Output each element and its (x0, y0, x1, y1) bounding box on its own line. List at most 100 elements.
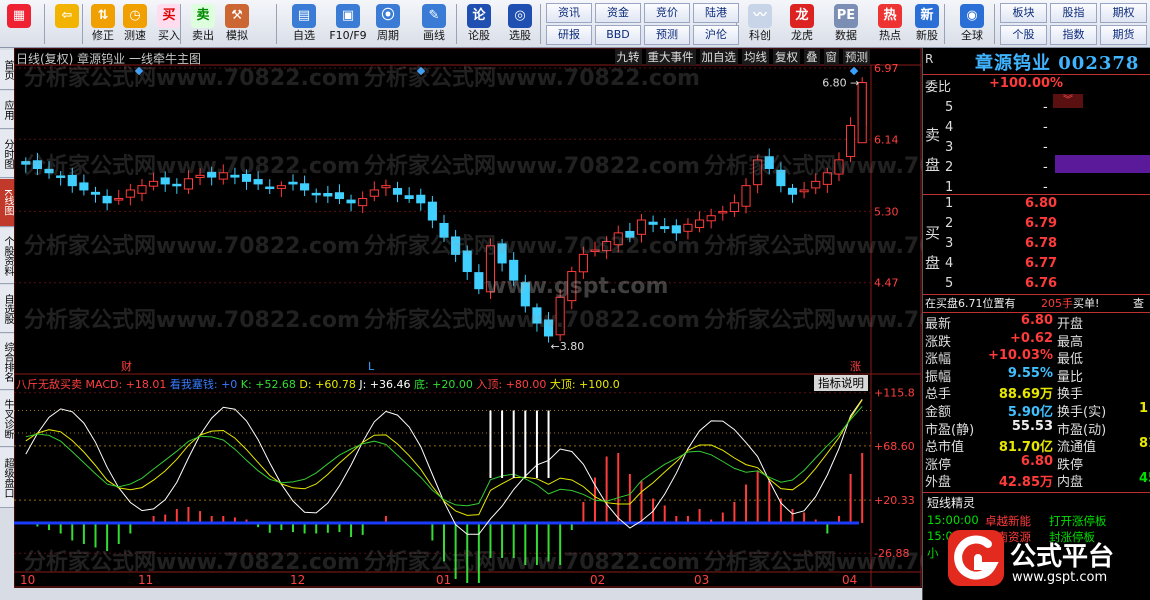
candle-body (381, 185, 391, 189)
sell-level-row: 4- (923, 120, 1150, 140)
toolbar-button-画线[interactable]: ✎ 画线 (414, 2, 454, 46)
toolbar-right-button-期货[interactable]: 期货 (1100, 25, 1147, 45)
candle-body (694, 219, 705, 229)
toolbar-button-label: 选股 (509, 29, 531, 42)
queue-text: 在买盘6.71位置有 (925, 297, 1016, 310)
stat-label: 振幅 (925, 369, 952, 385)
candle-body (497, 243, 507, 264)
low-price-label: ←3.80 (551, 340, 585, 353)
toolbar-grid-button-资金[interactable]: 资金 (595, 3, 641, 23)
toolbar-button-自选[interactable]: ▤ 自选 (284, 2, 324, 46)
chart-button-加自选[interactable]: 加自选 (699, 49, 738, 65)
toolbar-button-label: 修正 (92, 29, 114, 42)
toolbar-grid-button-预测[interactable]: 预测 (644, 25, 690, 45)
left-tab-自选股[interactable]: 自选股 (0, 285, 14, 333)
indicator-axis-label: +68.60 (874, 440, 915, 453)
chart-button-九转[interactable]: 九转 (614, 49, 642, 65)
buy-level-row: 3 6.78 (923, 236, 1150, 256)
toolbar-button-热点[interactable]: 热热点 (872, 2, 908, 46)
chart-button-预测[interactable]: 预测 (843, 49, 870, 65)
stat-label: 市盈(静) (925, 422, 975, 438)
toolbar-right-button-股指[interactable]: 股指 (1050, 3, 1097, 23)
toolbar-button-科创[interactable]: 〰科创 (742, 2, 778, 46)
main-toolbar: ▦ ⇦ ⇅ 修正 ◷ 测速买买入卖卖出 ⚒ 模拟 ▤ 自选 ▣ F10/F9 ⦿ 周期 ✎ 画线论论股 ◎ 选股〰… (0, 0, 1150, 48)
toolbar-right-button-期权[interactable]: 期权 (1100, 3, 1147, 23)
toolbar-button-label: 周期 (377, 29, 399, 42)
x-axis-label: 03 (694, 573, 709, 587)
chart-button-叠[interactable]: 叠 (804, 49, 820, 65)
stat-label-2: 市盈(动) (1057, 422, 1107, 438)
toolbar-button-选股[interactable]: ◎ 选股 (500, 2, 540, 46)
toolbar-button-模拟[interactable]: ⚒ 模拟 (222, 2, 252, 46)
toolbar-button-全球[interactable]: ◉ 全球 (952, 2, 992, 46)
toolbar-grid-button-研报[interactable]: 研报 (546, 25, 592, 45)
toolbar-button-F10/F9[interactable]: ▣ F10/F9 (328, 2, 368, 46)
stat-value: +0.62 (1010, 330, 1053, 346)
toolbar-right-button-指数[interactable]: 指数 (1050, 25, 1097, 45)
left-tab-个股资料[interactable]: 个股资料 (0, 228, 14, 284)
toolbar-button-label: 卖出 (192, 29, 214, 42)
stock-app-window: ▦ ⇦ ⇅ 修正 ◷ 测速买买入卖卖出 ⚒ 模拟 ▤ 自选 ▣ F10/F9 ⦿ 周期 ✎ 画线论论股 ◎ 选股〰… (0, 0, 1150, 600)
chart-button-均线[interactable]: 均线 (742, 49, 769, 65)
stat-value: 42.85万 (998, 475, 1053, 491)
stock-name-code[interactable]: 章源钨业 002378 (975, 49, 1139, 75)
candle-body (404, 195, 414, 200)
buy-level-price: 6.77 (1025, 256, 1058, 271)
kline-chart-canvas[interactable]: 6.97 6.14 5.30 4.47 6.80 → ←3.80 财 L 涨 +115.8 +68.… (14, 48, 922, 588)
left-tab-超级盘口[interactable]: 超级盘口 (0, 448, 14, 508)
stat-label-2: 流通值 (1057, 440, 1097, 456)
candle-body (137, 185, 147, 194)
buy-level-number: 5 (945, 276, 954, 291)
toolbar-button-grid[interactable]: ▦ (4, 2, 34, 46)
toolbar-button-测速[interactable]: ◷ 测速 (120, 2, 150, 46)
left-tab-K线图[interactable]: K线图 (0, 179, 14, 227)
indicator-help-button[interactable]: 指标说明 (814, 375, 868, 391)
toolbar-grid-button-陆港[interactable]: 陆港 (693, 3, 739, 23)
kline-chart-area[interactable]: 6.97 6.14 5.30 4.47 6.80 → ←3.80 财 L 涨 +115.8 +68.… (14, 48, 1040, 588)
buy-level-number: 1 (945, 196, 954, 211)
j-line (25, 406, 863, 507)
candle-body (439, 222, 449, 238)
f10-icon: ▣ (336, 4, 360, 28)
left-tab-牛叉诊断[interactable]: 牛叉诊断 (0, 391, 14, 447)
toolbar-button-修正[interactable]: ⇅ 修正 (88, 2, 118, 46)
left-tab-应用[interactable]: 应用 (0, 91, 14, 129)
k-line (25, 399, 863, 535)
toolbar-grid-button-BBD[interactable]: BBD (595, 25, 641, 45)
toolbar-button-back-arrow[interactable]: ⇦ (52, 2, 82, 46)
toolbar-grid-button-竞价[interactable]: 竞价 (644, 3, 690, 23)
chart-button-复权[interactable]: 复权 (773, 49, 800, 65)
left-tab-首页[interactable]: 首页 (0, 50, 14, 90)
toolbar-grid-button-沪伦[interactable]: 沪伦 (693, 25, 739, 45)
chart-button-窗[interactable]: 窗 (823, 49, 839, 65)
pe-icon: PE (834, 4, 858, 28)
toolbar-right-button-板块[interactable]: 板块 (1000, 3, 1047, 23)
sell-level-number: 3 (945, 140, 954, 155)
left-tab-分时图[interactable]: 分时图 (0, 130, 14, 178)
stat-row: 外盘 42.85万内盘 45 (923, 471, 1150, 491)
candle-body (195, 174, 205, 179)
left-tab-综合排名[interactable]: 综合排名 (0, 334, 14, 390)
commission-label: 委比 (925, 80, 952, 95)
candle-body (532, 307, 542, 324)
candle-body (787, 187, 798, 195)
stat-value: 55.53 (1011, 418, 1053, 434)
candle-body (218, 172, 228, 180)
stat-label: 最新 (925, 317, 952, 332)
toolbar-button-论股[interactable]: 论论股 (464, 2, 494, 46)
indicator-value-0: 八斤无敌买卖 (16, 378, 82, 391)
back-arrow-icon: ⇦ (55, 4, 79, 28)
chart-button-重大事件[interactable]: 重大事件 (645, 49, 696, 65)
gspt-logo-icon (948, 530, 1004, 586)
toolbar-button-卖出[interactable]: 卖卖出 (188, 2, 218, 46)
candle-body (300, 183, 310, 191)
toolbar-button-数据[interactable]: PE 数据 (828, 2, 864, 46)
toolbar-right-button-个股[interactable]: 个股 (1000, 25, 1047, 45)
toolbar-grid-button-资讯[interactable]: 资讯 (546, 3, 592, 23)
toolbar-button-龙虎[interactable]: 龙龙虎 (784, 2, 820, 46)
toolbar-button-周期[interactable]: ⦿ 周期 (368, 2, 408, 46)
toolbar-separator (540, 4, 541, 44)
sell-volume-bar (1055, 155, 1150, 173)
toolbar-button-新股[interactable]: 新新股 (912, 2, 942, 46)
candle-body (172, 183, 182, 187)
